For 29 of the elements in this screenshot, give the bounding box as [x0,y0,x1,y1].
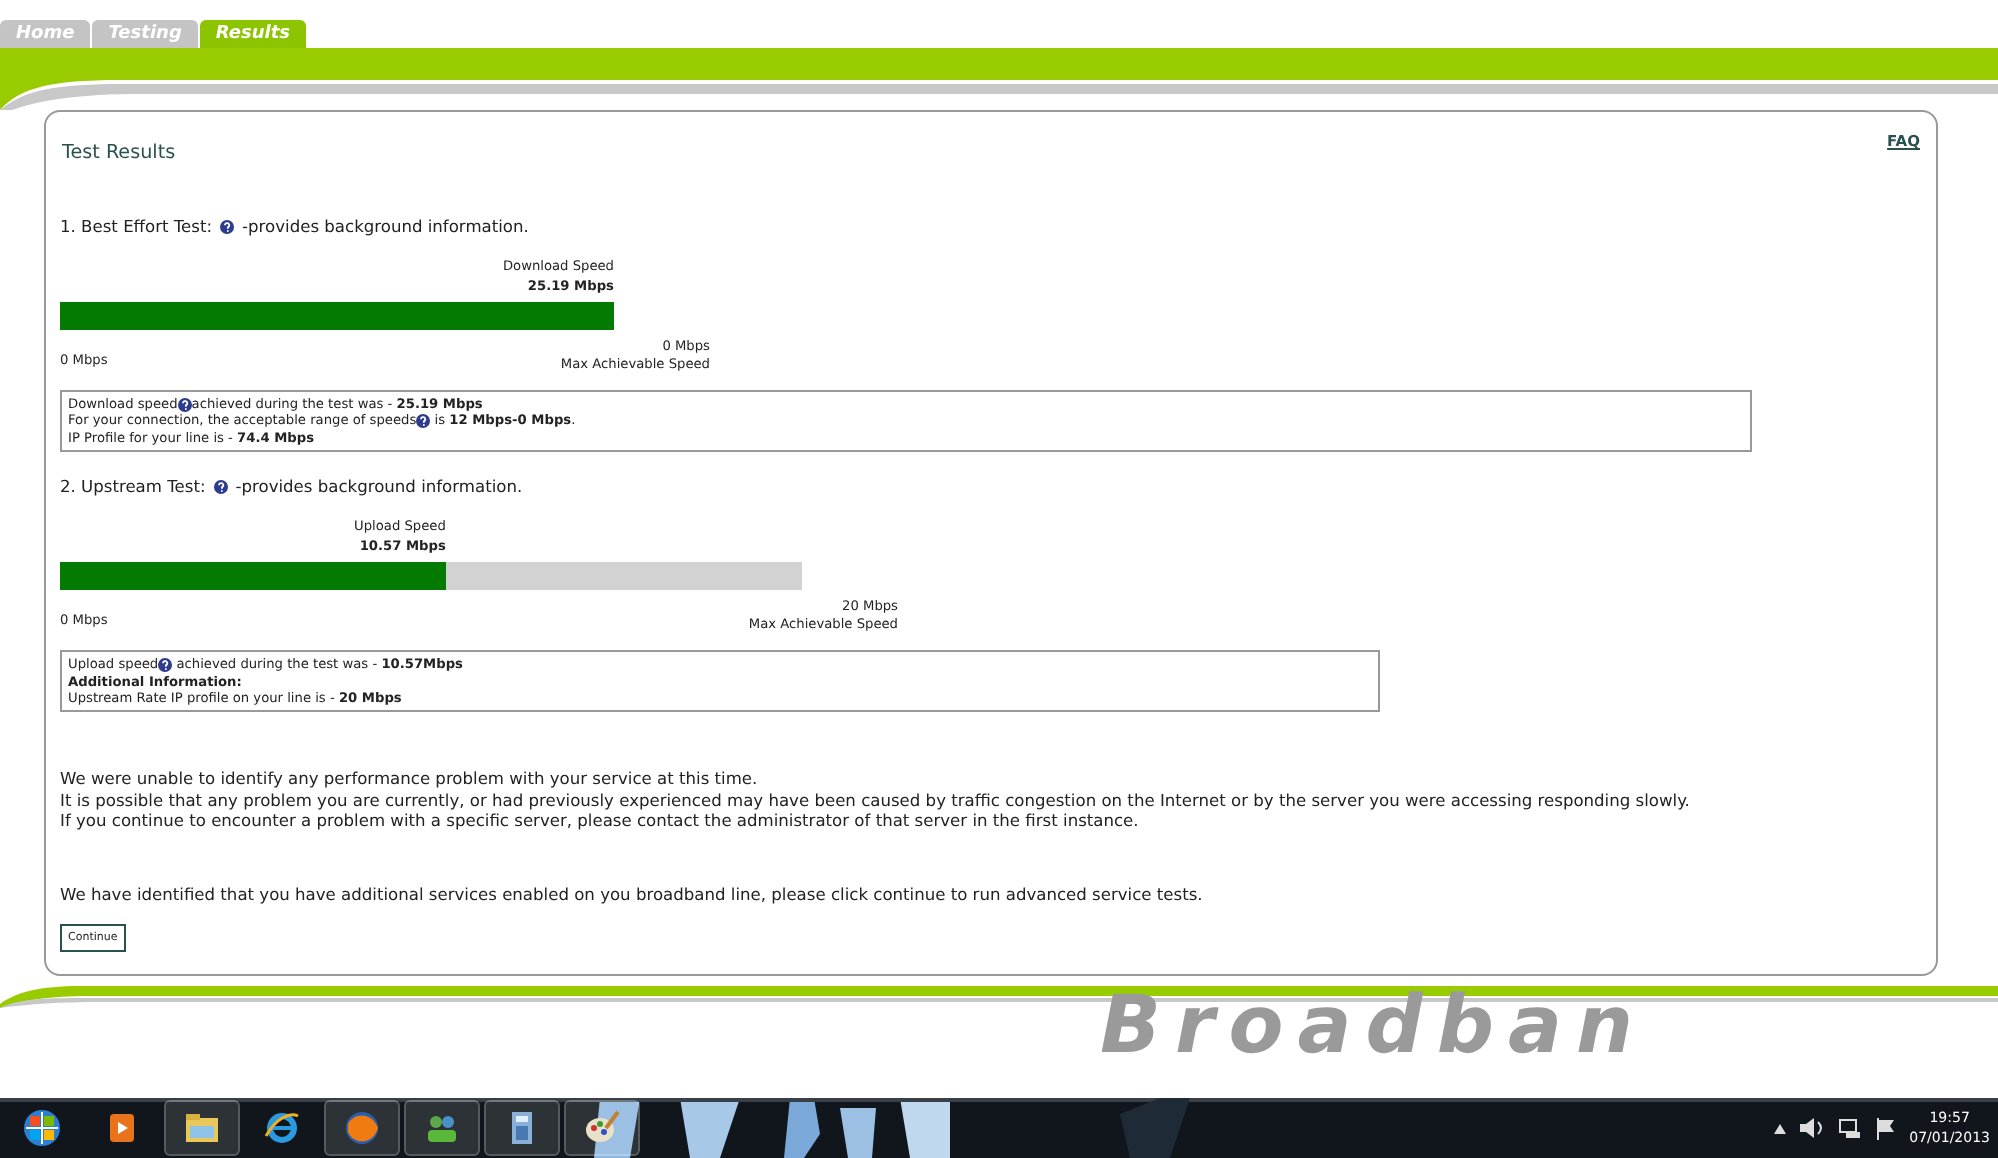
help-icon[interactable] [177,397,192,412]
flag-icon[interactable] [1875,1117,1896,1139]
taskbar-button[interactable] [484,1100,560,1156]
test-note: -provides background information. [235,476,523,497]
tray-arrow-icon[interactable] [1773,1123,1786,1133]
help-icon[interactable] [213,479,228,494]
help-icon[interactable] [220,219,235,233]
footer-logo: Broadban [1100,980,1647,1072]
folder-icon[interactable] [182,1108,222,1148]
taskbar-button[interactable] [164,1100,240,1156]
taskbar-button[interactable] [324,1100,400,1156]
network-icon[interactable] [1837,1118,1862,1138]
taskbar-button[interactable] [404,1100,480,1156]
start-orb-icon[interactable] [22,1108,62,1148]
paint-palette-icon[interactable] [582,1108,622,1148]
taskbar-button[interactable] [564,1100,640,1156]
browser-icon[interactable] [342,1108,382,1148]
card-title: Test Results [62,142,176,164]
result-message: It is possible that any problem you are currently, or had previously experienced may have been caused by traffic congestion on the Internet or by the server you were accessing responding slowly. [60,789,1692,811]
browser-icon[interactable] [262,1108,302,1148]
test-note: -provides background information. [242,216,529,236]
advanced-message: We have identified that you have additional services enabled on you broadband line, please click continue to run advanced service tests. [60,883,1205,904]
volume-icon[interactable] [1799,1118,1824,1138]
help-icon[interactable] [416,414,431,429]
test-heading: 1. Best Effort Test: [60,216,213,236]
test-heading: 2. Upstream Test: [60,476,206,497]
result-message: If you continue to encounter a problem with a specific server, please contact the administrator of that server in the first instance. [60,810,1141,832]
result-message: We were unable to identify any performance problem with your service at this time. [60,768,760,790]
help-icon[interactable] [158,657,173,672]
